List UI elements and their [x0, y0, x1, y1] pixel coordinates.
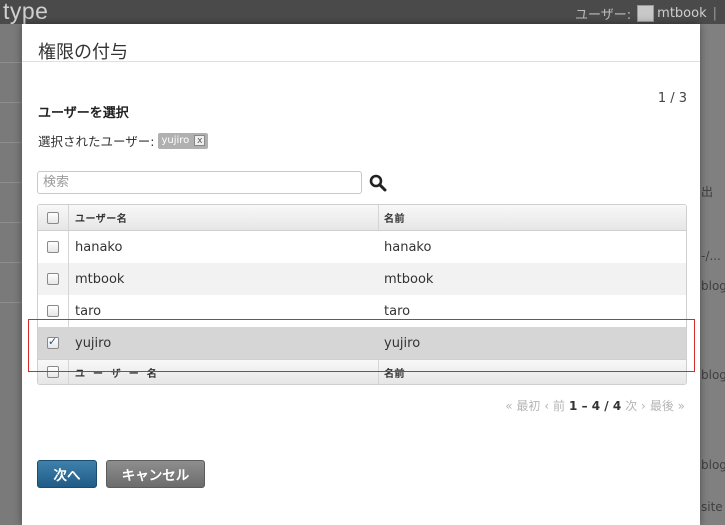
bg-text: site — [701, 500, 723, 514]
dialog-header: 権限の付与 — [22, 24, 700, 63]
header-separator: | — [712, 6, 717, 21]
bg-divider — [0, 142, 22, 143]
column-divider — [378, 205, 379, 230]
select-all-checkbox[interactable] — [47, 211, 59, 224]
column-username-footer[interactable]: ユーザー名 — [75, 360, 165, 384]
selected-user-tag: yujiro x — [158, 132, 209, 149]
bg-text: blog — [701, 368, 725, 382]
user-menu[interactable]: ユーザー: mtbook | — [575, 4, 717, 23]
pager-next[interactable]: 次 › — [625, 397, 646, 414]
row-name: mtbook — [384, 271, 434, 287]
section-title: ユーザーを選択 — [38, 106, 129, 121]
cancel-button[interactable]: キャンセル — [106, 460, 205, 488]
remove-tag-button[interactable]: x — [194, 135, 206, 146]
pager-prev[interactable]: ‹ 前 — [544, 397, 565, 414]
pagination: « 最初 ‹ 前 1 – 4 / 4 次 › 最後 » — [505, 397, 685, 414]
column-username[interactable]: ユーザー名 — [75, 205, 127, 230]
row-check-cell — [38, 327, 69, 359]
row-check-cell — [38, 231, 69, 263]
search-icon — [369, 174, 387, 191]
bg-divider — [0, 102, 22, 103]
next-button[interactable]: 次へ — [37, 460, 97, 488]
app-header: type™ ユーザー: mtbook | — [0, 0, 725, 24]
bg-divider — [0, 62, 22, 63]
column-divider — [378, 360, 379, 384]
grant-permission-dialog: 権限の付与 1 / 3 ユーザーを選択 選択されたユーザー: yujiro x … — [22, 24, 700, 525]
row-username: mtbook — [75, 271, 125, 287]
table-row[interactable]: mtbook mtbook — [38, 263, 686, 295]
row-name: hanako — [384, 239, 432, 255]
select-all-checkbox-footer[interactable] — [47, 366, 59, 378]
bg-divider — [0, 222, 22, 223]
bg-divider — [0, 302, 22, 303]
search-button[interactable] — [367, 172, 389, 194]
selected-users: 選択されたユーザー: yujiro x — [38, 131, 209, 150]
pager-last[interactable]: 最後 » — [650, 397, 685, 414]
user-table: ユーザー名 名前 hanako hanako mtbook mtbook tar… — [37, 204, 687, 385]
user-label: ユーザー: — [575, 8, 632, 23]
table-footer: ユーザー名 名前 — [38, 359, 686, 384]
row-name: taro — [384, 303, 411, 319]
row-name: yujiro — [384, 335, 421, 351]
row-username: hanako — [75, 239, 123, 255]
table-row[interactable]: yujiro yujiro — [38, 327, 686, 359]
pager-range: 1 – 4 / 4 — [569, 398, 622, 413]
step-counter: 1 / 3 — [657, 91, 687, 106]
search-bar — [37, 171, 389, 194]
pager-first[interactable]: « 最初 — [505, 397, 540, 414]
search-input[interactable] — [37, 171, 362, 194]
row-checkbox[interactable] — [47, 273, 59, 285]
app-right-column — [700, 24, 725, 525]
bg-divider — [0, 182, 22, 183]
user-name[interactable]: mtbook — [657, 6, 706, 21]
column-name-footer[interactable]: 名前 — [384, 360, 405, 384]
row-username: taro — [75, 303, 102, 319]
selected-users-label: 選択されたユーザー: — [38, 134, 155, 149]
bg-text: 出 — [701, 185, 714, 199]
selected-user-tag-label: yujiro — [161, 135, 190, 146]
select-all-cell — [38, 205, 69, 230]
table-header: ユーザー名 名前 — [38, 205, 686, 231]
table-row[interactable]: hanako hanako — [38, 231, 686, 263]
bg-text: blog — [701, 279, 725, 293]
bg-divider — [0, 262, 22, 263]
bg-text: blog — [701, 458, 725, 472]
row-username: yujiro — [75, 335, 112, 351]
bg-text: -/... — [701, 249, 721, 263]
table-row[interactable]: taro taro — [38, 295, 686, 327]
row-check-cell — [38, 295, 69, 327]
dialog-title: 権限の付与 — [38, 42, 128, 63]
avatar — [637, 5, 655, 22]
app-logo: type™ — [3, 0, 57, 24]
row-checkbox[interactable] — [47, 241, 59, 253]
row-checkbox[interactable] — [47, 335, 59, 349]
row-checkbox[interactable] — [47, 305, 59, 317]
column-name[interactable]: 名前 — [384, 205, 405, 230]
select-all-cell — [38, 360, 69, 384]
row-check-cell — [38, 263, 69, 295]
